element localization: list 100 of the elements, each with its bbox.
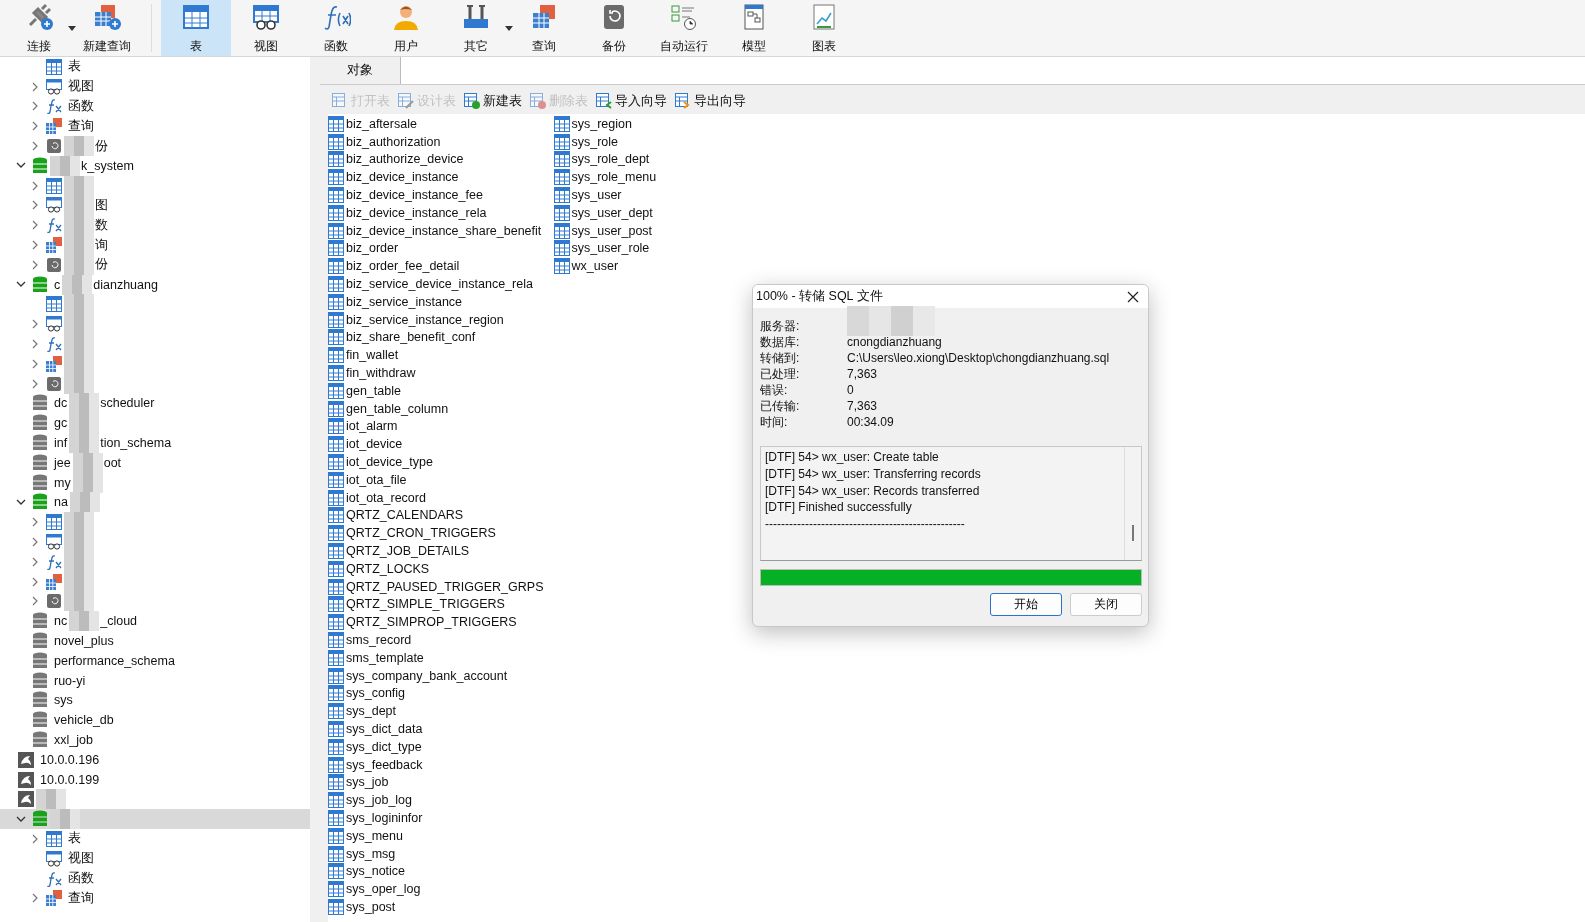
tree-item[interactable]: my	[0, 472, 310, 493]
action-button[interactable]: 新建表	[464, 92, 522, 110]
table-item[interactable]: biz_authorize_device	[328, 150, 544, 169]
tree-item[interactable]: 数	[0, 215, 310, 236]
tree-item[interactable]: nc _cloud	[0, 611, 310, 632]
table-item[interactable]: QRTZ_JOB_DETAILS	[328, 542, 544, 560]
table-item[interactable]: biz_service_device_instance_rela	[328, 275, 544, 293]
toolbar-button[interactable]: 其它	[441, 0, 511, 56]
table-item[interactable]: QRTZ_CRON_TRIGGERS	[328, 524, 544, 543]
table-item[interactable]: sys_region	[553, 115, 657, 133]
tree-item[interactable]: 函数	[0, 96, 310, 117]
table-item[interactable]: gen_table_column	[328, 399, 544, 418]
chevron-right-icon[interactable]	[31, 101, 39, 112]
toolbar-button[interactable]: 自动运行	[649, 0, 719, 56]
dialog-button[interactable]: 开始	[990, 593, 1062, 616]
chevron-right-icon[interactable]	[31, 319, 39, 330]
chevron-right-icon[interactable]	[31, 81, 39, 92]
chevron-right-icon[interactable]	[31, 259, 39, 270]
scrollbar-thumb[interactable]	[1132, 525, 1134, 541]
tree-item[interactable]: 份	[0, 254, 310, 275]
tree-item[interactable]: k_system	[0, 156, 310, 176]
toolbar-button[interactable]: 查询	[509, 0, 579, 56]
chevron-right-icon[interactable]	[31, 596, 39, 607]
chevron-right-icon[interactable]	[31, 141, 39, 152]
tree-item[interactable]: jee oot	[0, 452, 310, 473]
table-item[interactable]: biz_share_benefit_conf	[328, 328, 544, 347]
tree-item[interactable]: 查询	[0, 116, 310, 137]
tree-item[interactable]: inf tion_schema	[0, 433, 310, 453]
tree-item[interactable]: sys	[0, 690, 310, 711]
table-item[interactable]: sys_user_post	[553, 221, 657, 240]
table-item[interactable]: sys_user_dept	[553, 204, 657, 222]
table-item[interactable]: sys_msg	[328, 844, 544, 863]
chevron-right-icon[interactable]	[31, 893, 39, 904]
table-item[interactable]: biz_device_instance_fee	[328, 186, 544, 204]
tree-item[interactable]: 函数	[0, 868, 310, 889]
chevron-right-icon[interactable]	[31, 339, 39, 350]
tree-item[interactable]: gc	[0, 413, 310, 434]
caret-icon[interactable]	[505, 25, 513, 31]
table-item[interactable]: QRTZ_PAUSED_TRIGGER_GRPS	[328, 577, 544, 596]
caret-icon[interactable]	[68, 25, 76, 31]
table-item[interactable]: biz_service_instance_region	[328, 310, 544, 329]
objects-tab[interactable]: 对象	[320, 57, 401, 84]
tree-item[interactable]: dc scheduler	[0, 393, 310, 414]
tree-item[interactable]: 表	[0, 57, 310, 77]
toolbar-button[interactable]: 视图	[231, 0, 301, 56]
tree-item[interactable]: 10.0.0.199	[0, 769, 310, 790]
table-item[interactable]: QRTZ_SIMPLE_TRIGGERS	[328, 595, 544, 614]
table-item[interactable]: iot_alarm	[328, 417, 544, 436]
table-item[interactable]: sys_dept	[328, 702, 544, 721]
chevron-right-icon[interactable]	[31, 200, 39, 211]
table-item[interactable]: sys_role	[553, 132, 657, 151]
chevron-down-icon[interactable]	[16, 162, 26, 170]
chevron-right-icon[interactable]	[31, 576, 39, 587]
tree-item[interactable]: c dianzhuang	[0, 274, 310, 295]
chevron-right-icon[interactable]	[31, 121, 39, 132]
tree-item[interactable]: 视图	[0, 76, 310, 97]
chevron-right-icon[interactable]	[31, 220, 39, 231]
table-item[interactable]: sys_role_menu	[553, 168, 657, 187]
toolbar-button[interactable]: 模型	[719, 0, 789, 56]
table-item[interactable]: biz_device_instance_rela	[328, 204, 544, 222]
close-icon[interactable]	[1127, 290, 1139, 303]
chevron-right-icon[interactable]	[31, 358, 39, 369]
tree-item[interactable]: 图	[0, 195, 310, 216]
table-item[interactable]: iot_ota_record	[328, 488, 544, 507]
toolbar-button[interactable]: 备份	[579, 0, 649, 56]
table-item[interactable]: sys_menu	[328, 826, 544, 845]
table-item[interactable]: sys_user	[553, 186, 657, 204]
table-item[interactable]: sms_record	[328, 631, 544, 649]
table-item[interactable]: iot_device_type	[328, 453, 544, 471]
table-item[interactable]: iot_device	[328, 435, 544, 454]
table-item[interactable]: sys_notice	[328, 862, 544, 881]
chevron-right-icon[interactable]	[31, 517, 39, 528]
table-item[interactable]: sys_user_role	[553, 239, 657, 258]
tree-item[interactable]: 视图	[0, 848, 310, 869]
table-item[interactable]: fin_wallet	[328, 346, 544, 365]
chevron-right-icon[interactable]	[31, 180, 39, 191]
table-item[interactable]: sys_logininfor	[328, 809, 544, 827]
action-button[interactable]: 导入向导	[596, 92, 667, 110]
toolbar-button[interactable]: 表	[161, 0, 231, 56]
toolbar-button[interactable]: 连接	[4, 0, 74, 56]
chevron-right-icon[interactable]	[31, 556, 39, 567]
tree-item[interactable]: 查询	[0, 888, 310, 909]
tree-item[interactable]: 表	[0, 829, 310, 849]
table-item[interactable]: biz_order	[328, 239, 544, 258]
table-item[interactable]: QRTZ_CALENDARS	[328, 506, 544, 525]
chevron-down-icon[interactable]	[16, 281, 26, 289]
table-item[interactable]: QRTZ_SIMPROP_TRIGGERS	[328, 613, 544, 632]
tree-item[interactable]: vehicle_db	[0, 710, 310, 731]
chevron-right-icon[interactable]	[31, 833, 39, 844]
table-item[interactable]: sys_oper_log	[328, 880, 544, 899]
dialog-button[interactable]: 关闭	[1070, 593, 1142, 616]
table-item[interactable]: biz_order_fee_detail	[328, 257, 544, 276]
table-item[interactable]: wx_user	[553, 257, 657, 276]
chevron-down-icon[interactable]	[16, 815, 26, 823]
chevron-down-icon[interactable]	[16, 498, 26, 506]
table-item[interactable]: QRTZ_LOCKS	[328, 559, 544, 578]
table-item[interactable]: sys_company_bank_account	[328, 666, 544, 685]
table-item[interactable]: sys_config	[328, 684, 544, 703]
chevron-right-icon[interactable]	[31, 240, 39, 251]
table-item[interactable]: sys_post	[328, 898, 544, 916]
